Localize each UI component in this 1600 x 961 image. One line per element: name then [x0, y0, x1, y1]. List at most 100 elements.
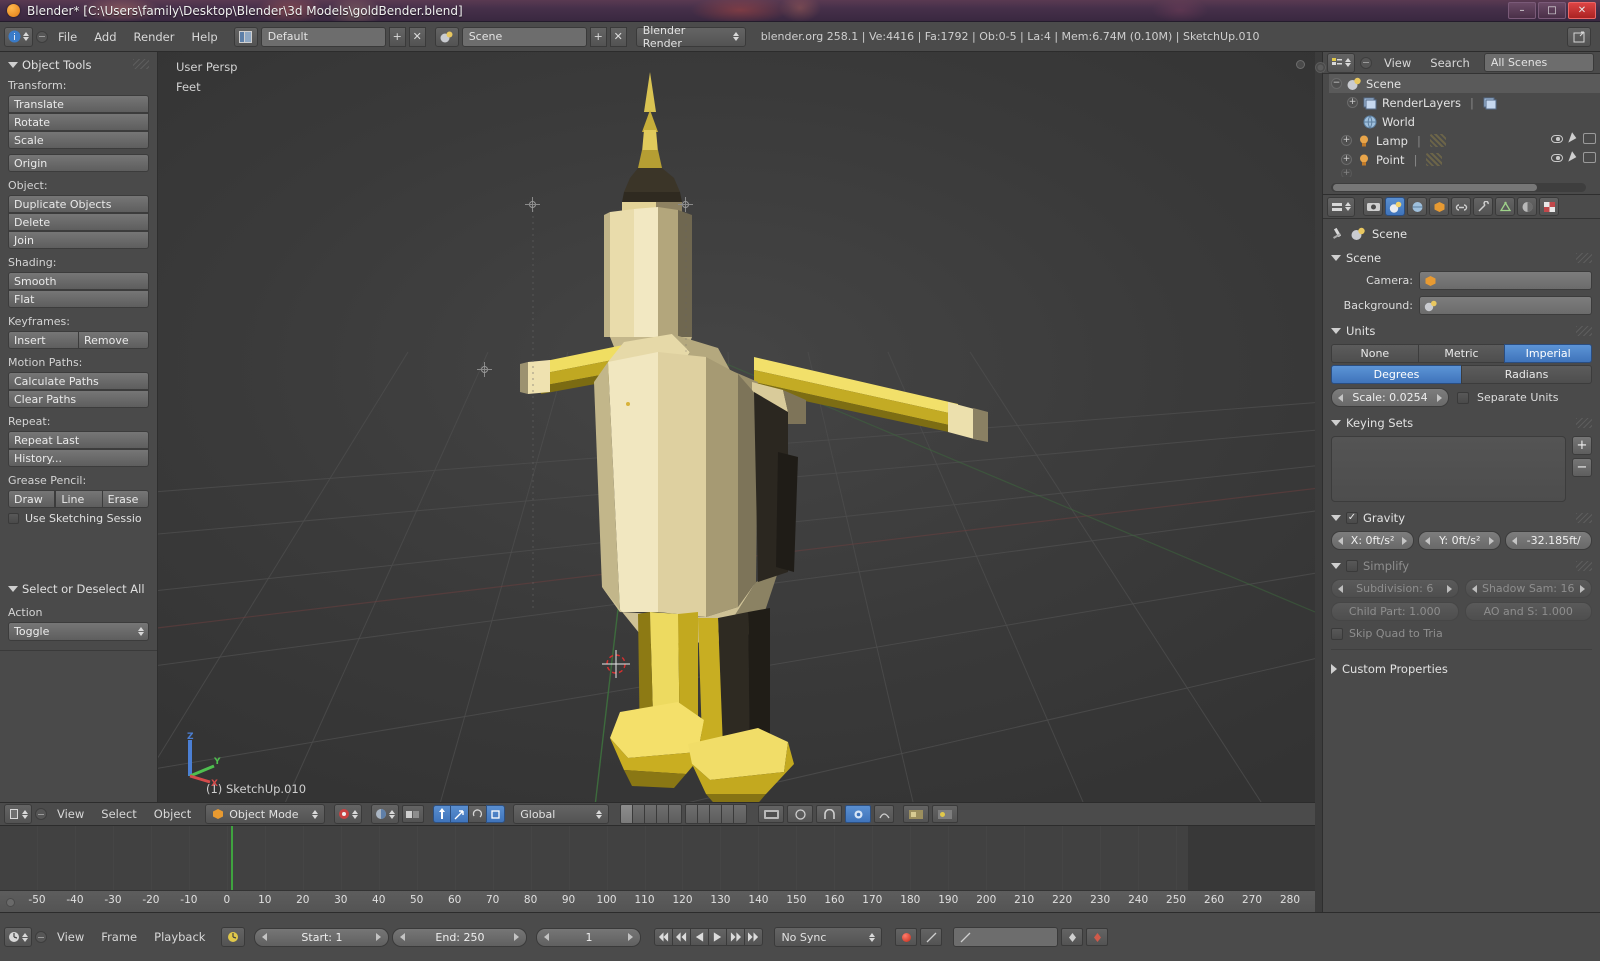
camera-field[interactable]	[1419, 271, 1592, 290]
gravity-y-increment-icon[interactable]	[1489, 536, 1495, 545]
viewport-menu-select[interactable]: Select	[94, 805, 143, 823]
next-keyframe-icon[interactable]	[726, 928, 746, 946]
selectability-cursor-icon[interactable]	[1568, 132, 1578, 145]
ao-ssao-field[interactable]: AO and S: 1.000	[1464, 602, 1592, 621]
outliner-row-scene[interactable]: − Scene	[1329, 74, 1600, 93]
scale-button[interactable]: Scale	[8, 131, 149, 149]
subdivision-increment-icon[interactable]	[1446, 584, 1452, 593]
layer-cell[interactable]	[621, 805, 634, 823]
editor-type-arrows[interactable]	[23, 32, 29, 41]
use-sketching-session-row[interactable]: Use Sketching Sessio	[8, 512, 149, 525]
outliner-row-lamp[interactable]: + Lamp |	[1329, 131, 1600, 150]
grease-draw-button[interactable]: Draw	[8, 490, 56, 508]
skip-quad-checkbox[interactable]	[1331, 627, 1343, 640]
autokey-icon[interactable]	[920, 928, 943, 946]
close-button[interactable]: ✕	[1568, 2, 1596, 19]
timeline-region-toggle[interactable]	[6, 898, 15, 907]
shadow-decrement-icon[interactable]	[1471, 584, 1477, 593]
layer-cell[interactable]	[633, 805, 646, 823]
collapse-menu-icon[interactable]	[35, 808, 47, 820]
properties-editor[interactable]: Scene Scene Camera: Background: Units No…	[1322, 194, 1600, 912]
occlude-geometry-icon[interactable]	[402, 805, 425, 823]
render-engine-arrows[interactable]	[732, 32, 739, 41]
timeline-editor[interactable]: -50 -40 -30 -20 -10 0 10 20 30 40 50 60 70 80 90 100 110…	[0, 826, 1315, 912]
shading-arrows[interactable]	[389, 809, 396, 819]
start-decrement-icon[interactable]	[262, 933, 268, 941]
delete-button[interactable]: Delete	[8, 213, 149, 231]
layer-cell[interactable]	[669, 805, 682, 823]
separate-units-checkbox[interactable]	[1457, 391, 1469, 404]
frame-increment-icon[interactable]	[628, 933, 634, 941]
keying-set-field[interactable]	[953, 927, 1059, 947]
use-preview-range-icon[interactable]	[221, 927, 246, 947]
lamp-data-icon[interactable]	[1429, 134, 1446, 147]
constraints-tab-icon[interactable]	[1451, 197, 1471, 216]
menu-add[interactable]: Add	[87, 28, 123, 46]
mode-arrows[interactable]	[312, 809, 319, 819]
world-tab-icon[interactable]	[1407, 197, 1427, 216]
smooth-button[interactable]: Smooth	[8, 272, 149, 290]
layer-selector-top[interactable]	[620, 804, 683, 824]
delete-screen-layout-button[interactable]: ✕	[408, 26, 426, 47]
sync-arrows[interactable]	[869, 932, 876, 942]
selectability-cursor-icon[interactable]	[1568, 151, 1578, 164]
expander-icon[interactable]: +	[1341, 169, 1352, 177]
render-engine-select[interactable]: Blender Render	[635, 24, 746, 50]
object-tools-panel-header[interactable]: Object Tools	[8, 58, 149, 72]
skip-quad-row[interactable]: Skip Quad to Tria	[1331, 627, 1592, 640]
prev-keyframe-icon[interactable]	[672, 928, 692, 946]
modifiers-tab-icon[interactable]	[1473, 197, 1493, 216]
pivot-point-icon[interactable]	[334, 804, 363, 824]
timeline-ruler[interactable]: -50 -40 -30 -20 -10 0 10 20 30 40 50 60 70 80 90 100 110…	[0, 890, 1315, 912]
add-keying-set-button[interactable]: +	[1572, 436, 1592, 455]
viewport-shading-icon[interactable]	[371, 804, 400, 824]
gravity-x-decrement-icon[interactable]	[1338, 536, 1343, 545]
delete-scene-button[interactable]: ✕	[609, 26, 627, 47]
scene-name-field[interactable]: Scene	[461, 26, 587, 47]
outliner-tree[interactable]: − Scene + RenderLayers | World + Lamp | …	[1329, 74, 1600, 182]
simplify-checkbox[interactable]	[1346, 560, 1358, 572]
layer-cell[interactable]	[698, 805, 711, 823]
gravity-z-field[interactable]: -32.185ft/	[1505, 531, 1593, 550]
lamp-empty-icon-2[interactable]	[678, 197, 693, 212]
outliner-menu-view[interactable]: View	[1377, 54, 1418, 72]
render-opengl-icon[interactable]	[758, 805, 785, 823]
visibility-eye-icon[interactable]	[1551, 153, 1563, 162]
object-tab-icon[interactable]	[1429, 197, 1449, 216]
layer-cell[interactable]	[722, 805, 735, 823]
scale-decrement-icon[interactable]	[1338, 393, 1343, 402]
snap-magnet-icon[interactable]	[816, 805, 843, 823]
expander-icon[interactable]: +	[1341, 154, 1352, 165]
unit-none-button[interactable]: None	[1331, 344, 1419, 363]
expander-icon[interactable]: +	[1347, 97, 1358, 108]
manipulator-translate-icon[interactable]	[450, 805, 470, 823]
info-editor-icon[interactable]: i	[4, 26, 33, 47]
visibility-eye-icon[interactable]	[1551, 134, 1563, 143]
proportional-edit-icon[interactable]	[845, 805, 872, 823]
repeat-last-button[interactable]: Repeat Last	[8, 431, 149, 449]
layer-cell[interactable]	[657, 805, 670, 823]
origin-button[interactable]: Origin	[8, 154, 149, 172]
play-reverse-icon[interactable]	[690, 928, 710, 946]
outliner-menu-search[interactable]: Search	[1423, 54, 1477, 72]
data-tab-icon[interactable]	[1495, 197, 1515, 216]
menu-help[interactable]: Help	[184, 28, 224, 46]
gravity-x-field[interactable]: X: 0ft/s²	[1331, 531, 1415, 550]
remove-keying-set-button[interactable]: −	[1572, 458, 1592, 477]
join-button[interactable]: Join	[8, 231, 149, 249]
pin-id-icon[interactable]	[1331, 228, 1344, 241]
gravity-y-field[interactable]: Y: 0ft/s²	[1418, 531, 1502, 550]
rotate-button[interactable]: Rotate	[8, 113, 149, 131]
outliner-editor[interactable]: View Search All Scenes − Scene + RenderL…	[1315, 52, 1600, 194]
timeline-track-area[interactable]	[0, 826, 1315, 890]
properties-editor-arrows[interactable]	[1345, 202, 1351, 211]
grease-pencil-layer-icon[interactable]	[932, 805, 959, 823]
outliner-row-point[interactable]: + Point |	[1329, 150, 1600, 169]
insert-keyframe-button[interactable]: Insert	[8, 331, 79, 349]
expander-icon[interactable]: −	[1331, 78, 1342, 89]
screen-layout-icon[interactable]	[233, 26, 258, 47]
simplify-section-header[interactable]: Simplify	[1331, 559, 1592, 573]
lamp-empty-icon[interactable]	[525, 197, 540, 212]
lock-camera-icon[interactable]	[787, 805, 814, 823]
subdivision-decrement-icon[interactable]	[1338, 584, 1343, 593]
